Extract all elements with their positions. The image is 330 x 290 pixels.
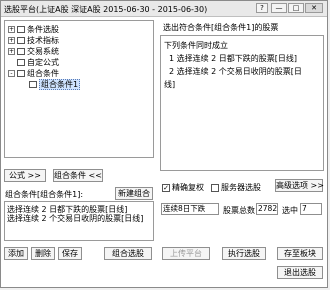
save-button[interactable]: 保存 (58, 247, 82, 260)
folder-open-icon (17, 70, 25, 77)
minimize-button[interactable]: — (271, 3, 287, 13)
execute-select-button[interactable]: 执行选股 (222, 247, 266, 260)
exit-button[interactable]: 退出选股 (277, 266, 323, 279)
description-line-2: 2 选择连续 2 个交易日收阴的股票[日 (169, 67, 302, 76)
stock-picker-window: 选股平台(上证A股 深证A股 2015-06-30 - 2015-06-30) … (0, 0, 328, 288)
document-icon (29, 81, 37, 88)
folder-icon (17, 48, 25, 55)
period-field[interactable]: 连续8日下跌 (161, 203, 219, 215)
total-value: 2782 (256, 203, 278, 215)
delete-button[interactable]: 删除 (31, 247, 55, 260)
maximize-button[interactable]: □ (288, 3, 304, 13)
advanced-options-button[interactable]: 高级选项 >> (275, 179, 324, 192)
checkbox-icon[interactable] (211, 183, 219, 192)
total-label: 股票总数 (223, 206, 255, 215)
combo-select-button[interactable]: 组合选股 (104, 247, 152, 260)
add-button[interactable]: 添加 (4, 247, 28, 260)
formula-toggle-button[interactable]: 公式 >> (4, 169, 46, 182)
close-button[interactable]: ✕ (305, 3, 323, 13)
tree-item-custom-formula[interactable]: 自定公式 (17, 58, 59, 67)
result-header: 选出符合条件[组合条件1]的股票 (163, 23, 279, 32)
expand-icon[interactable]: + (8, 48, 15, 55)
window-title: 选股平台(上证A股 深证A股 2015-06-30 - 2015-06-30) (4, 5, 208, 14)
combo-label: 组合条件[组合条件1]: (5, 190, 84, 199)
category-tree[interactable]: + 条件选股 + 技术指标 + 交易系统 自定公式 - 组合条件 组合条件1 (4, 20, 154, 158)
condition-description: 下列条件同时成立 1 选择连续 2 日都下跌的股票[日线] 2 选择连续 2 个… (160, 35, 324, 171)
combo-toggle-button[interactable]: 组合条件 << (53, 169, 103, 182)
tree-item-combo-conditions[interactable]: - 组合条件 (8, 69, 59, 78)
selected-label: 选中 (282, 206, 298, 215)
selected-value: 7 (300, 203, 322, 215)
server-select-option[interactable]: 服务器选股 (211, 182, 261, 193)
tree-item-trading-system[interactable]: + 交易系统 (8, 47, 59, 56)
combo-condition-list[interactable]: 选择连续 2 日都下跌的股票[日线] 选择连续 2 个交易日收阴的股票[日线] (4, 201, 154, 241)
tree-item-condition-select[interactable]: + 条件选股 (8, 25, 59, 34)
folder-icon (17, 26, 25, 33)
precise-fq-option[interactable]: ✓ 精确复权 (162, 182, 204, 193)
title-bar: 选股平台(上证A股 深证A股 2015-06-30 - 2015-06-30) … (1, 1, 327, 17)
new-combo-button[interactable]: 新建组合 (115, 187, 153, 200)
help-button[interactable]: ? (256, 3, 268, 13)
collapse-icon[interactable]: - (8, 70, 15, 77)
save-to-block-button[interactable]: 存至板块 (277, 247, 323, 260)
description-intro: 下列条件同时成立 (164, 41, 228, 50)
expand-icon[interactable]: + (8, 26, 15, 33)
description-line-1: 1 选择连续 2 日都下跌的股票[日线] (169, 54, 298, 63)
expand-icon[interactable]: + (8, 37, 15, 44)
upload-platform-button[interactable]: 上传平台 (162, 247, 210, 260)
description-line-2-wrap: 线] (164, 80, 176, 89)
tree-item-technical-indicators[interactable]: + 技术指标 (8, 36, 59, 45)
folder-icon (17, 37, 25, 44)
checkbox-checked-icon[interactable]: ✓ (162, 183, 170, 192)
document-icon (17, 59, 25, 66)
tree-item-combo-condition-1[interactable]: 组合条件1 (29, 79, 81, 90)
list-item[interactable]: 选择连续 2 个交易日收阴的股票[日线] (7, 213, 143, 224)
